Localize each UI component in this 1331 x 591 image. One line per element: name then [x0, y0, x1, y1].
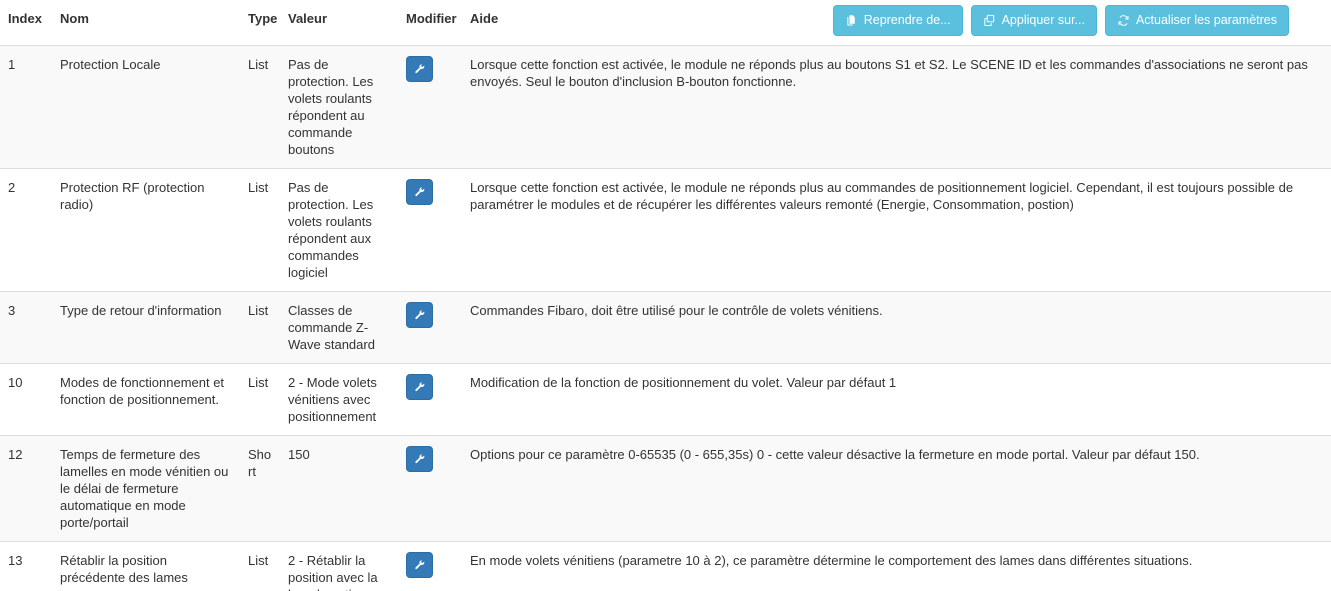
parameter-help-cell: Options pour ce paramètre 0-65535 (0 - 6…	[462, 434, 1331, 541]
table-row: 2 Protection RF (protection radio) List Pas…	[0, 167, 1331, 291]
parameter-help-cell: En mode volets vénitiens (parametre 10 à…	[462, 540, 1331, 591]
column-header-type[interactable]: Type	[240, 0, 280, 46]
table-toolbar: Reprendre de... Appliquer sur... Actualise…	[832, 5, 1289, 36]
column-header-valeur[interactable]: Valeur	[280, 0, 398, 46]
table-body: 1 Protection Locale List Pas de protection.…	[0, 44, 1331, 591]
parameter-value: 2 - Rétablir la position avec la box dom…	[280, 540, 398, 591]
parameter-modify-cell	[398, 167, 462, 291]
parameter-value: Classes de commande Z-Wave standard	[280, 290, 398, 363]
parameter-value: 150	[280, 434, 398, 541]
edit-parameter-button[interactable]	[406, 301, 433, 328]
parameter-name: Type de retour d'information	[52, 290, 240, 363]
parameter-value: 2 - Mode volets vénitiens avec positionn…	[280, 362, 398, 435]
parameter-name: Temps de fermeture des lamelles en mode …	[52, 434, 240, 541]
parameter-modify-cell	[398, 44, 462, 168]
button-label: Actualiser les paramètres	[1135, 12, 1277, 27]
edit-parameter-button[interactable]	[406, 445, 433, 472]
parameter-type: Short	[240, 434, 280, 541]
parameter-type: List	[240, 290, 280, 363]
parameter-name: Rétablir la position précédente des lame…	[52, 540, 240, 591]
parameter-type: List	[240, 44, 280, 168]
button-label: Appliquer sur...	[1001, 12, 1085, 27]
parameter-help-text: Commandes Fibaro, doit être utilisé pour…	[470, 302, 883, 318]
parameter-index: 1	[0, 44, 52, 168]
refresh-icon	[1117, 14, 1130, 27]
table-row: 3 Type de retour d'information List Classes…	[0, 290, 1331, 363]
parameter-modify-cell	[398, 362, 462, 435]
parameter-modify-cell	[398, 540, 462, 591]
edit-parameter-button[interactable]	[406, 178, 433, 205]
edit-parameter-button[interactable]	[406, 373, 433, 400]
parameter-help-text: Lorsque cette fonction est activée, le m…	[470, 56, 1308, 89]
parameter-modify-cell	[398, 290, 462, 363]
parameter-help-cell: Lorsque cette fonction est activée, le m…	[462, 167, 1331, 291]
table-header: Index Nom Type Valeur Modifier Aide Repr…	[0, 0, 1331, 46]
parameter-value: Pas de protection. Les volets roulants r…	[280, 167, 398, 291]
column-header-modifier[interactable]: Modifier	[398, 0, 462, 46]
column-header-aide[interactable]: Aide Reprendre de... Appliquer sur... Actu…	[462, 0, 1331, 46]
wrench-icon	[414, 381, 426, 393]
copy-from-button[interactable]: Reprendre de...	[832, 5, 963, 36]
wrench-icon	[414, 309, 426, 321]
parameter-help-cell: Lorsque cette fonction est activée, le m…	[462, 44, 1331, 168]
parameter-index: 3	[0, 290, 52, 363]
parameter-index: 13	[0, 540, 52, 591]
parameter-index: 10	[0, 362, 52, 435]
button-label: Reprendre de...	[863, 12, 951, 27]
table-row: 1 Protection Locale List Pas de protection.…	[0, 44, 1331, 168]
wrench-icon	[414, 186, 426, 198]
column-header-aide-label: Aide	[470, 11, 499, 26]
column-header-index[interactable]: Index	[0, 0, 52, 46]
parameter-name: Protection Locale	[52, 44, 240, 168]
table-row: 10 Modes de fonctionnement et fonction de…	[0, 362, 1331, 435]
parameter-name: Protection RF (protection radio)	[52, 167, 240, 291]
wrench-icon	[414, 63, 426, 75]
parameter-help-text: Lorsque cette fonction est activée, le m…	[470, 179, 1294, 212]
refresh-parameters-button[interactable]: Actualiser les paramètres	[1104, 5, 1289, 36]
clone-icon	[983, 14, 996, 27]
parameter-value: Pas de protection. Les volets roulants r…	[280, 44, 398, 168]
parameter-index: 2	[0, 167, 52, 291]
table-row: 13 Rétablir la position précédente des la…	[0, 540, 1331, 591]
column-header-nom[interactable]: Nom	[52, 0, 240, 46]
apply-to-button[interactable]: Appliquer sur...	[970, 5, 1097, 36]
parameter-help-cell: Modification de la fonction de positionn…	[462, 362, 1331, 435]
parameter-type: List	[240, 362, 280, 435]
parameter-help-text: Options pour ce paramètre 0-65535 (0 - 6…	[470, 446, 1200, 462]
parameter-index: 12	[0, 434, 52, 541]
parameter-name: Modes de fonctionnement et fonction de p…	[52, 362, 240, 435]
edit-parameter-button[interactable]	[406, 55, 433, 82]
table-row: 12 Temps de fermeture des lamelles en mod…	[0, 434, 1331, 541]
table-header-row: Index Nom Type Valeur Modifier Aide Repr…	[0, 0, 1331, 46]
wrench-icon	[414, 559, 426, 571]
parameter-help-text: En mode volets vénitiens (parametre 10 à…	[470, 552, 1193, 568]
parameters-table: Index Nom Type Valeur Modifier Aide Repr…	[0, 0, 1331, 591]
parameter-type: List	[240, 167, 280, 291]
parameter-type: List	[240, 540, 280, 591]
edit-parameter-button[interactable]	[406, 551, 433, 578]
parameter-help-text: Modification de la fonction de positionn…	[470, 374, 897, 390]
wrench-icon	[414, 453, 426, 465]
parameter-help-cell: Commandes Fibaro, doit être utilisé pour…	[462, 290, 1331, 363]
parameter-modify-cell	[398, 434, 462, 541]
copy-files-icon	[845, 14, 858, 27]
